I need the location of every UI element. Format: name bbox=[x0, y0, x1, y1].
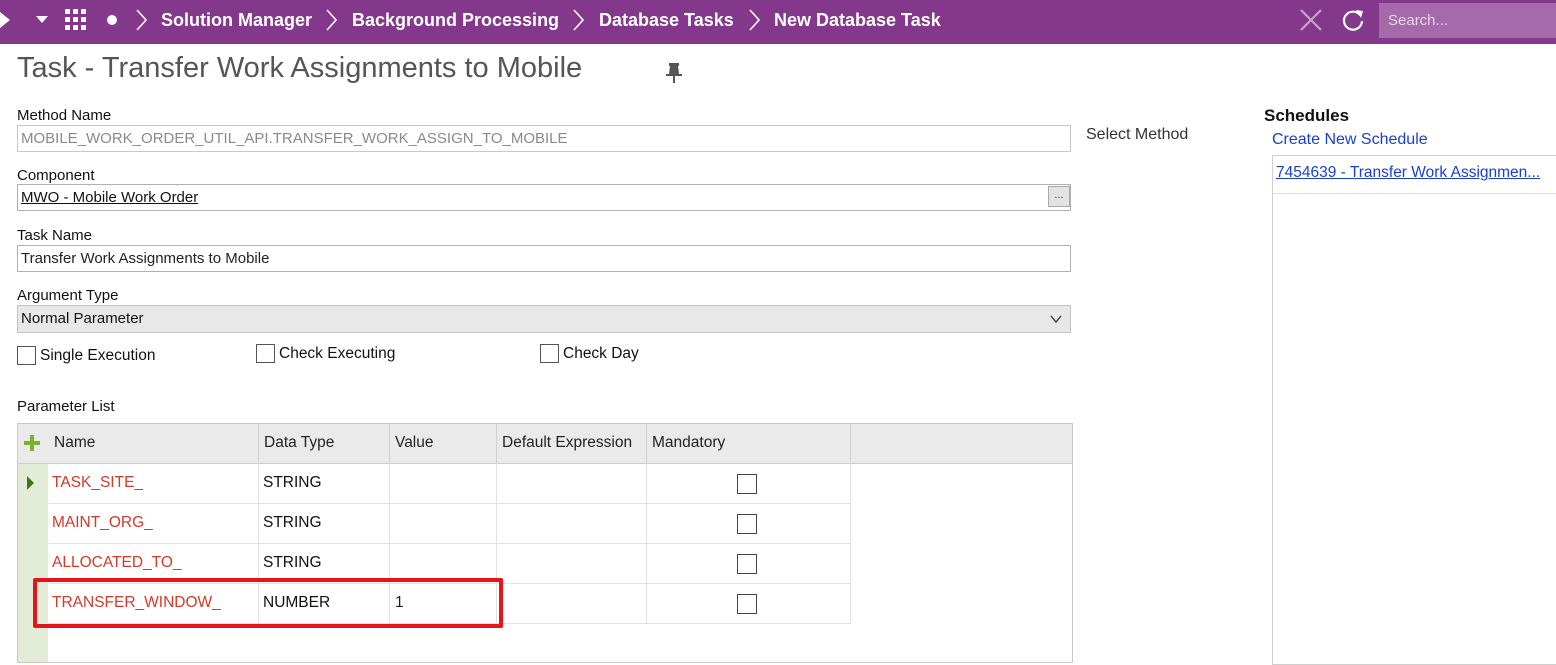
pin-icon[interactable] bbox=[664, 62, 684, 84]
column-header-value[interactable]: Value bbox=[390, 424, 497, 463]
checkbox-box[interactable] bbox=[17, 346, 36, 365]
close-icon[interactable] bbox=[1300, 9, 1322, 31]
breadcrumb-database-tasks[interactable]: Database Tasks bbox=[599, 0, 734, 40]
param-default-expression-cell[interactable] bbox=[497, 544, 647, 584]
parameter-list-label: Parameter List bbox=[17, 398, 115, 415]
param-name-cell[interactable]: TASK_SITE_ bbox=[49, 464, 259, 504]
column-header-default-expression[interactable]: Default Expression bbox=[497, 424, 647, 463]
param-name-cell[interactable]: MAINT_ORG_ bbox=[49, 504, 259, 544]
argument-type-label: Argument Type bbox=[17, 287, 119, 304]
argument-type-select[interactable]: Normal Parameter bbox=[17, 305, 1071, 333]
component-field[interactable]: MWO - Mobile Work Order bbox=[17, 184, 1071, 211]
task-name-field[interactable]: Transfer Work Assignments to Mobile bbox=[17, 245, 1071, 272]
method-name-label: Method Name bbox=[17, 107, 112, 124]
schedules-title: Schedules bbox=[1264, 106, 1350, 125]
mandatory-checkbox[interactable] bbox=[737, 474, 757, 494]
check-day-label: Check Day bbox=[563, 345, 639, 362]
mandatory-checkbox[interactable] bbox=[737, 514, 757, 534]
dot-icon[interactable] bbox=[106, 14, 118, 26]
check-executing-label: Check Executing bbox=[279, 345, 396, 362]
param-mandatory-cell bbox=[647, 464, 851, 504]
param-data-type-cell[interactable]: STRING bbox=[259, 464, 390, 504]
param-default-expression-cell[interactable] bbox=[497, 584, 647, 624]
breadcrumb-background-processing[interactable]: Background Processing bbox=[352, 0, 559, 40]
argument-type-value: Normal Parameter bbox=[21, 310, 144, 327]
chevron-right-icon bbox=[136, 9, 148, 31]
row-selector-gutter bbox=[18, 464, 48, 662]
param-value-cell[interactable] bbox=[390, 504, 497, 544]
column-header-mandatory[interactable]: Mandatory bbox=[647, 424, 851, 463]
divider bbox=[1273, 193, 1556, 194]
page-title: Task - Transfer Work Assignments to Mobi… bbox=[17, 52, 583, 84]
method-name-field[interactable]: MOBILE_WORK_ORDER_UTIL_API.TRANSFER_WORK… bbox=[17, 125, 1071, 152]
column-header-data-type[interactable]: Data Type bbox=[259, 424, 390, 463]
param-data-type-cell[interactable]: STRING bbox=[259, 504, 390, 544]
checkbox-box[interactable] bbox=[256, 344, 275, 363]
grid-header: Name Data Type Value Default Expression … bbox=[18, 424, 1072, 464]
select-method-link[interactable]: Select Method bbox=[1086, 126, 1188, 144]
param-mandatory-cell bbox=[647, 504, 851, 544]
chevron-right-icon bbox=[749, 9, 761, 31]
add-row-icon[interactable] bbox=[24, 435, 40, 451]
column-header-name[interactable]: Name bbox=[49, 424, 259, 463]
checkbox-box[interactable] bbox=[540, 344, 559, 363]
param-mandatory-cell bbox=[647, 544, 851, 584]
refresh-icon[interactable] bbox=[1341, 8, 1365, 32]
param-default-expression-cell[interactable] bbox=[497, 504, 647, 544]
param-default-expression-cell[interactable] bbox=[497, 464, 647, 504]
chevron-right-icon bbox=[573, 9, 585, 31]
single-execution-label: Single Execution bbox=[40, 347, 156, 364]
table-row[interactable]: TASK_SITE_ STRING bbox=[49, 464, 851, 504]
chevron-down-icon bbox=[1050, 315, 1062, 324]
task-name-label: Task Name bbox=[17, 227, 93, 244]
current-row-arrow-icon bbox=[27, 476, 34, 490]
table-row[interactable]: MAINT_ORG_ STRING bbox=[49, 504, 851, 544]
chevron-right-icon bbox=[326, 9, 338, 31]
top-navigation-bar: Solution Manager Background Processing D… bbox=[0, 0, 1556, 44]
component-label: Component bbox=[17, 167, 95, 184]
component-lookup-button[interactable]: ... bbox=[1048, 186, 1070, 207]
create-new-schedule-link[interactable]: Create New Schedule bbox=[1272, 131, 1428, 149]
highlight-annotation bbox=[33, 578, 503, 628]
param-mandatory-cell bbox=[647, 584, 851, 624]
play-icon[interactable] bbox=[0, 12, 12, 28]
breadcrumb-new-database-task[interactable]: New Database Task bbox=[774, 0, 941, 40]
search-input[interactable] bbox=[1379, 3, 1556, 38]
breadcrumb-solution-manager[interactable]: Solution Manager bbox=[161, 0, 312, 40]
dropdown-arrow-icon[interactable] bbox=[36, 16, 48, 24]
schedule-link[interactable]: 7454639 - Transfer Work Assignmen... bbox=[1276, 164, 1540, 182]
apps-grid-icon[interactable] bbox=[65, 9, 87, 31]
mandatory-checkbox[interactable] bbox=[737, 554, 757, 574]
schedules-list: 7454639 - Transfer Work Assignmen... bbox=[1272, 155, 1556, 665]
mandatory-checkbox[interactable] bbox=[737, 594, 757, 614]
param-value-cell[interactable] bbox=[390, 464, 497, 504]
